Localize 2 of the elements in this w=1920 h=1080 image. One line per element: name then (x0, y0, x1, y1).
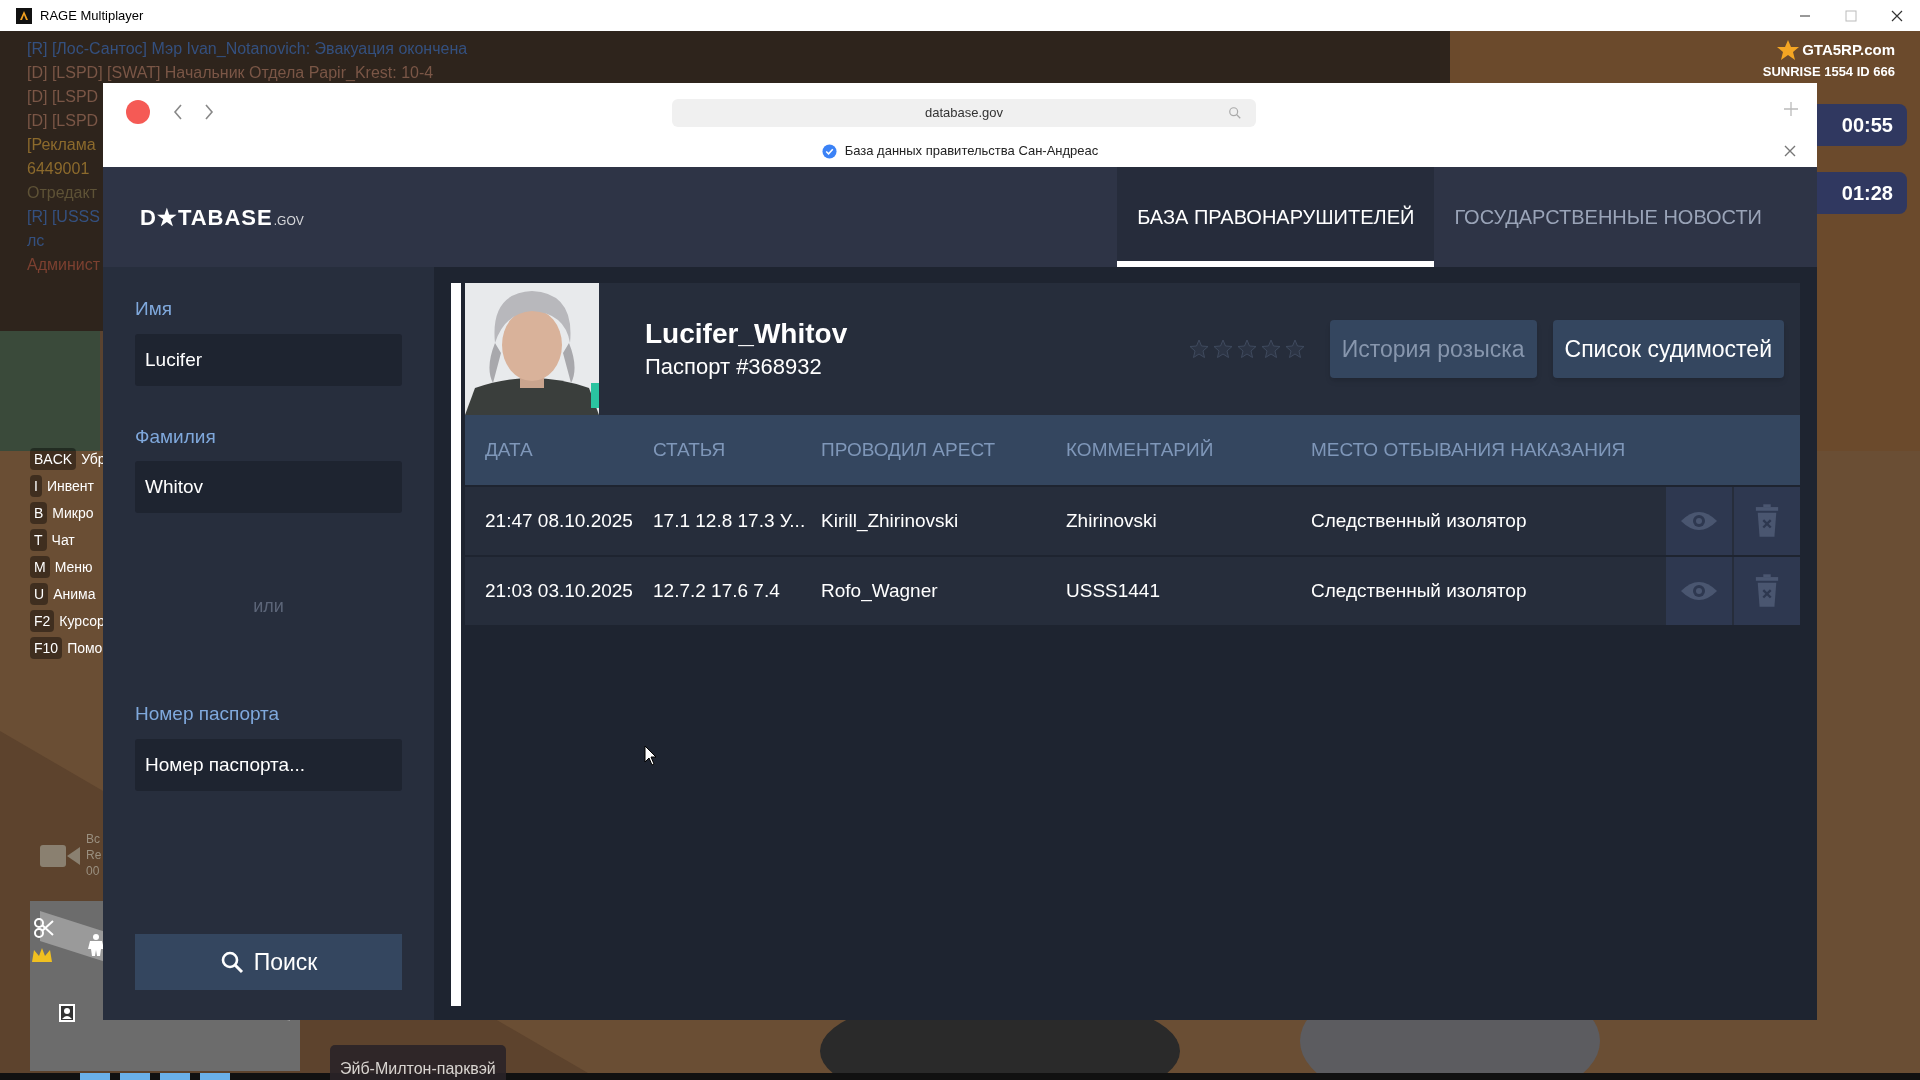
app-icon (16, 7, 32, 24)
window-title: RAGE Multiplayer (40, 6, 144, 25)
